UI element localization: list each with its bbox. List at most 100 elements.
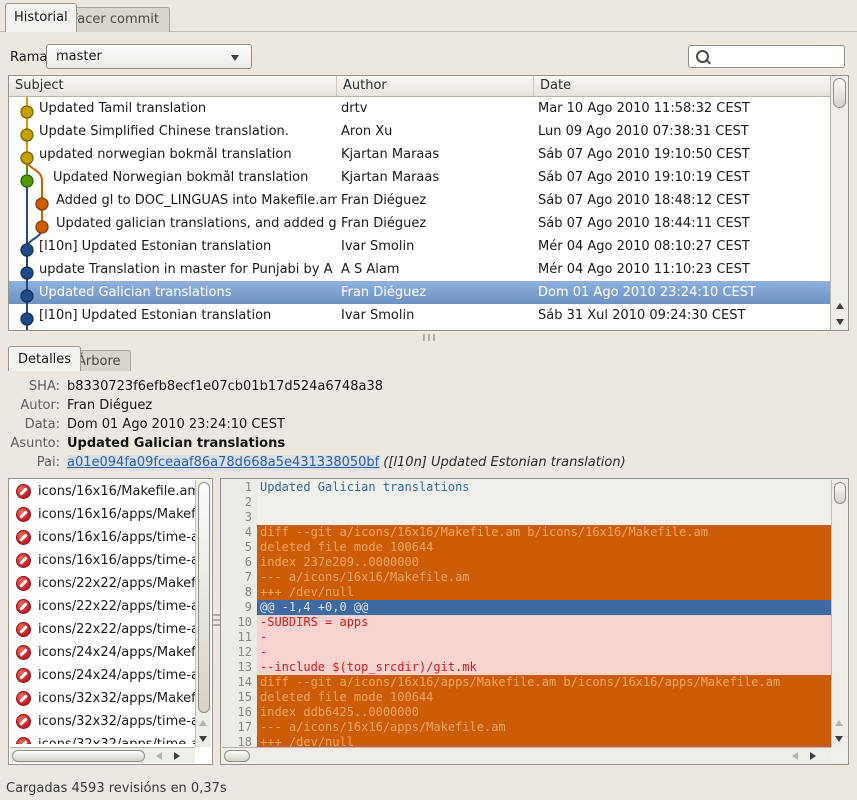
diff-line: 8+++ /dev/null [222, 585, 831, 600]
commit-date: Dom 01 Ago 2010 23:24:10 CEST [534, 285, 830, 300]
author-value: Fran Diéguez [67, 398, 152, 413]
diff-line-text: index ddb6425..0000000 [257, 705, 831, 720]
table-row[interactable]: update Translation in master for Punjabi… [9, 258, 830, 281]
diff-line: 11- [222, 630, 831, 645]
scrollbar-thumb[interactable] [833, 78, 846, 108]
file-list-panel: icons/16x16/Makefile.am icons/16x16/apps/… [8, 478, 213, 765]
list-item[interactable]: icons/16x16/apps/time-admin [10, 549, 195, 572]
list-item[interactable]: icons/24x24/apps/Makefile.am [10, 641, 195, 664]
parent-sha-link[interactable]: a01e094fa09fceaaf86a78d668a5e431338050bf [67, 455, 379, 470]
table-row[interactable]: updated norwegian bokmål translationKjar… [9, 143, 830, 166]
diff-line-text [257, 495, 831, 510]
diff-line-text: index 237e209..0000000 [257, 555, 831, 570]
scrollbar-thumb[interactable] [12, 750, 145, 762]
branch-select[interactable]: master [46, 44, 252, 69]
list-item[interactable]: icons/24x24/apps/time-admin [10, 664, 195, 687]
diff-line-text: +++ /dev/null [257, 585, 831, 600]
diff-line-number: 4 [222, 525, 257, 540]
scroll-down-button[interactable] [831, 731, 847, 746]
diff-hscrollbar[interactable] [222, 747, 831, 763]
deleted-file-icon [16, 668, 31, 683]
scroll-left-button[interactable] [151, 748, 167, 763]
scroll-left-button[interactable] [787, 748, 803, 763]
file-list-vscrollbar[interactable] [195, 480, 211, 747]
commit-subject: updated norwegian bokmål translation [9, 147, 337, 162]
pane-splitter-handle[interactable] [421, 334, 437, 341]
tab-historial[interactable]: Historial [5, 3, 77, 32]
commit-details: SHA: b8330723f6efb8ecf1e07cb01b17d524a67… [8, 377, 838, 472]
file-name: icons/32x32/apps/time-admin [38, 737, 195, 744]
table-row[interactable]: [l10n] Updated Estonian translationIvar … [9, 304, 830, 327]
parent-label: Pai: [8, 455, 60, 470]
table-row[interactable]: Updated Galician translationsFran Diégue… [9, 281, 830, 304]
bottom-splitter-handle[interactable] [213, 614, 220, 630]
file-name: icons/32x32/apps/time-admin [38, 714, 195, 729]
diff-line: 5deleted file mode 100644 [222, 540, 831, 555]
commit-author: A S Alam [337, 262, 534, 277]
date-value: Dom 01 Ago 2010 23:24:10 CEST [67, 417, 285, 432]
commit-author: Kjartan Maraas [337, 147, 534, 162]
subject-label: Asunto: [8, 436, 60, 451]
commit-author: drtv [337, 101, 534, 116]
list-item[interactable]: icons/22x22/apps/Makefile.am [10, 572, 195, 595]
table-row[interactable]: Update Simplified Chinese translation.Ar… [9, 120, 830, 143]
list-item[interactable]: icons/22x22/apps/time-admin [10, 618, 195, 641]
chevron-down-icon [231, 55, 239, 61]
scroll-up-button[interactable] [195, 715, 211, 730]
search-icon [696, 50, 709, 63]
table-row[interactable]: Updated Norwegian bokmål translationKjar… [9, 166, 830, 189]
diff-line-number: 8 [222, 585, 257, 600]
table-row[interactable]: Added gl to DOC_LINGUAS into Makefile.am… [9, 189, 830, 212]
list-item[interactable]: icons/22x22/apps/time-admin [10, 595, 195, 618]
file-list-hscrollbar[interactable] [10, 747, 195, 763]
scroll-down-button[interactable] [832, 314, 848, 329]
commit-subject: Update Simplified Chinese translation. [9, 124, 337, 139]
table-row[interactable]: [l10n] Updated Estonian translationIvar … [9, 235, 830, 258]
table-row[interactable]: Updated Tamil translationdrtvMar 10 Ago … [9, 97, 830, 120]
column-header-subject[interactable]: Subject [9, 76, 337, 97]
diff-line-number: 5 [222, 540, 257, 555]
commit-date: Mér 04 Ago 2010 11:10:23 CEST [534, 262, 830, 277]
scrollbar-thumb[interactable] [198, 482, 210, 713]
file-name: icons/22x22/apps/time-admin [38, 599, 195, 614]
scroll-right-button[interactable] [169, 748, 185, 763]
scroll-up-button[interactable] [831, 715, 847, 730]
tab-detalles[interactable]: Detalles [8, 346, 81, 371]
list-item[interactable]: icons/16x16/Makefile.am [10, 480, 195, 503]
commit-list-vscrollbar[interactable] [830, 76, 848, 330]
file-name: icons/16x16/apps/time-admin [38, 530, 195, 545]
commit-table: Subject Author Date Updated Tamil transl… [8, 75, 849, 331]
commit-subject: update Translation in master for Punjabi… [9, 262, 337, 277]
file-name: icons/16x16/apps/Makefile.am [38, 507, 195, 522]
column-header-author[interactable]: Author [337, 76, 534, 97]
gitg-window: Historial Facer commit Rama: master Subj… [0, 0, 857, 800]
diff-line: 1Updated Galician translations [222, 480, 831, 495]
commit-author: Kjartan Maraas [337, 170, 534, 185]
list-item[interactable]: icons/32x32/apps/time-admin [10, 733, 195, 744]
list-item[interactable]: icons/16x16/apps/Makefile.am [10, 503, 195, 526]
table-row[interactable]: Updated galician translations, and added… [9, 212, 830, 235]
list-item[interactable]: icons/32x32/apps/Makefile.am [10, 687, 195, 710]
status-text: Cargadas 4593 revisións en 0,37s [6, 781, 227, 796]
list-item[interactable]: icons/16x16/apps/time-admin [10, 526, 195, 549]
diff-line: 10-SUBDIRS = apps [222, 615, 831, 630]
commit-date: Sáb 07 Ago 2010 18:44:11 CEST [534, 216, 830, 231]
list-item[interactable]: icons/32x32/apps/time-admin [10, 710, 195, 733]
commit-author: Fran Diéguez [337, 216, 534, 231]
commit-subject: Updated galician translations, and added… [9, 216, 337, 231]
scroll-down-button[interactable] [195, 731, 211, 746]
subject-value: Updated Galician translations [67, 436, 285, 451]
diff-vscrollbar[interactable] [831, 480, 847, 747]
scroll-up-button[interactable] [832, 298, 848, 313]
commit-subject: Updated Galician translations [9, 285, 337, 300]
search-input[interactable] [713, 48, 842, 65]
scroll-right-button[interactable] [805, 748, 821, 763]
commit-table-header: Subject Author Date [9, 76, 830, 97]
diff-line-number: 7 [222, 570, 257, 585]
diff-line-text [257, 510, 831, 525]
scrollbar-thumb[interactable] [224, 750, 250, 762]
column-header-date[interactable]: Date [534, 76, 830, 97]
diff-line-number: 10 [222, 615, 257, 630]
scrollbar-thumb[interactable] [834, 482, 846, 504]
diff-line-text: --- a/icons/16x16/apps/Makefile.am [257, 720, 831, 735]
